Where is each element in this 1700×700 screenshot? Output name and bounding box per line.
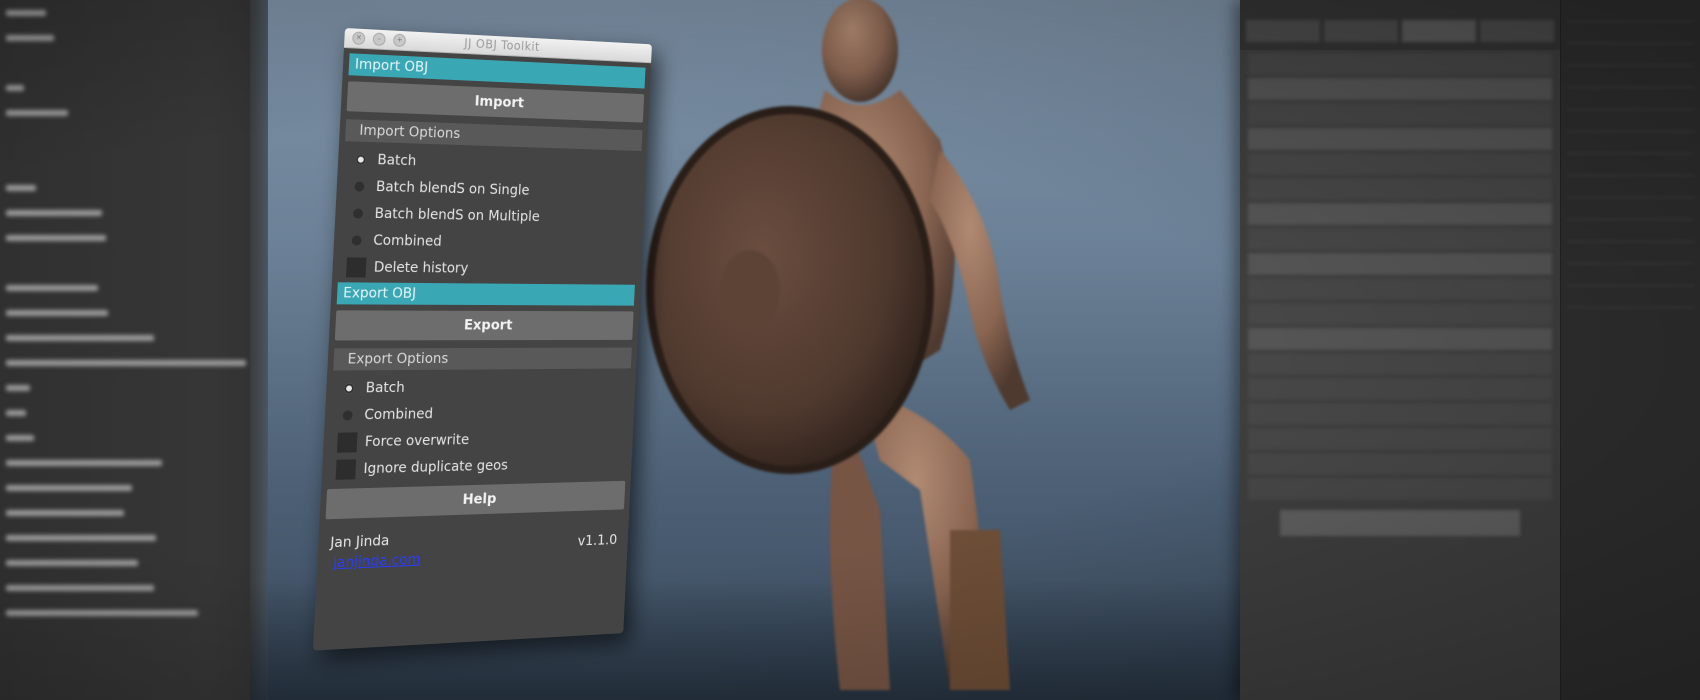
option-label: Batch [377,152,417,169]
checkbox-label: Delete history [373,259,468,276]
attribute-row[interactable] [1248,228,1552,250]
ae-tab[interactable] [1402,20,1476,42]
export-options-header: Export Options [333,347,632,370]
channel-row[interactable] [1567,134,1694,154]
channel-row[interactable] [1567,68,1694,88]
radio-button[interactable] [353,208,363,218]
option-label: Batch blendS on Multiple [374,205,540,224]
toolkit-footer: Jan Jinda janjinda.com v1.1.0 [323,517,624,576]
delete-history-checkbox[interactable]: Delete history [338,253,636,283]
ignore-duplicate-geos-checkbox[interactable]: Ignore duplicate geos [327,449,626,483]
option-label: Batch blendS on Single [376,179,530,199]
channel-row[interactable] [1567,90,1694,110]
channel-row[interactable] [1567,112,1694,132]
warrior-character-model [610,0,1170,700]
channel-row[interactable] [1567,266,1694,286]
help-button[interactable]: Help [326,481,626,520]
channel-row[interactable] [1567,156,1694,176]
channel-row[interactable] [1567,46,1694,66]
attribute-row[interactable] [1248,478,1552,500]
website-link[interactable]: janjinda.com [333,552,421,572]
radio-button[interactable] [343,410,353,420]
export-option-batch[interactable]: Batch [332,372,631,401]
channel-box-panel [1560,0,1700,700]
attribute-row[interactable] [1248,78,1552,100]
attribute-row[interactable] [1248,103,1552,125]
attribute-row[interactable] [1248,153,1552,175]
checkbox[interactable] [337,432,358,452]
channel-row[interactable] [1567,200,1694,220]
channel-row[interactable] [1567,222,1694,242]
attribute-row[interactable] [1248,128,1552,150]
checkbox-label: Ignore duplicate geos [363,457,508,476]
attribute-row[interactable] [1248,203,1552,225]
channel-row[interactable] [1567,24,1694,44]
option-label: Batch [365,379,405,395]
ae-tab[interactable] [1480,20,1554,42]
attribute-row[interactable] [1248,378,1552,400]
radio-button[interactable] [354,181,364,191]
version-label: v1.1.0 [577,532,617,549]
option-label: Combined [373,232,442,249]
export-obj-header: Export OBJ [337,282,635,305]
attribute-row[interactable] [1248,328,1552,350]
import-button[interactable]: Import [347,81,645,122]
radio-button-selected[interactable] [356,154,366,164]
ae-tab[interactable] [1324,20,1398,42]
option-label: Combined [364,406,433,423]
jj-obj-toolkit-window: ✕ – + JJ OBJ Toolkit Import OBJ Import I… [313,28,652,651]
channel-row[interactable] [1567,178,1694,198]
attribute-row[interactable] [1248,428,1552,450]
checkbox[interactable] [336,459,357,480]
channel-row[interactable] [1567,244,1694,264]
attribute-row[interactable] [1248,353,1552,375]
attribute-row[interactable] [1248,403,1552,425]
attribute-row[interactable] [1248,453,1552,475]
radio-button-selected[interactable] [344,383,354,393]
attribute-row[interactable] [1248,53,1552,75]
radio-button[interactable] [352,235,362,245]
channel-row[interactable] [1567,2,1694,22]
checkbox-label: Force overwrite [365,432,470,450]
import-option-combined[interactable]: Combined [339,226,637,257]
attribute-editor-button[interactable] [1280,510,1520,536]
attribute-row[interactable] [1248,278,1552,300]
export-button[interactable]: Export [335,310,634,340]
checkbox[interactable] [346,257,367,277]
channel-row[interactable] [1567,288,1694,308]
attribute-row[interactable] [1248,253,1552,275]
attribute-row[interactable] [1248,303,1552,325]
attribute-row[interactable] [1248,178,1552,200]
author-name: Jan Jinda [330,533,390,551]
ae-tab[interactable] [1246,20,1320,42]
attribute-editor-panel [1240,0,1560,700]
